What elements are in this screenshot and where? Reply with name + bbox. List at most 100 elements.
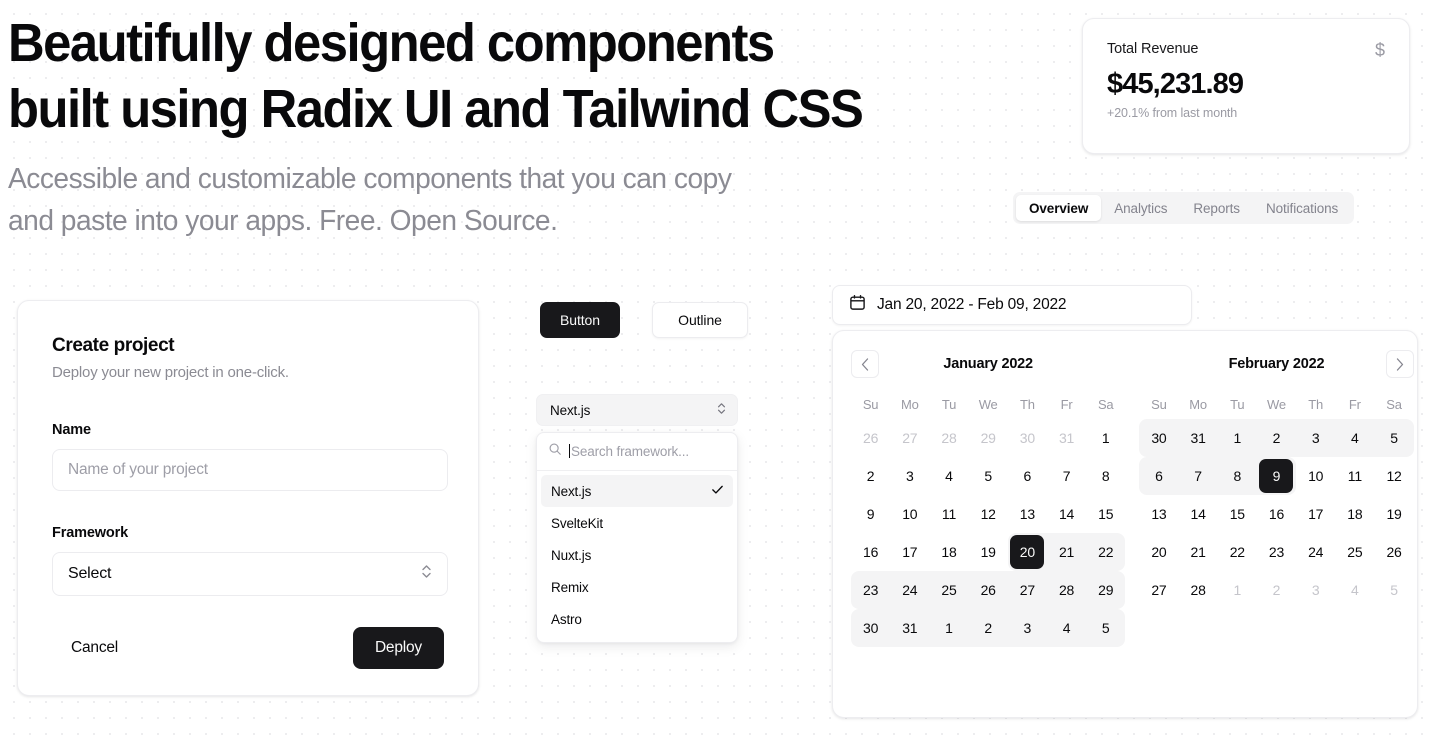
calendar-day[interactable]: 25	[929, 571, 969, 609]
previous-month-button[interactable]	[851, 350, 879, 378]
calendar-day[interactable]: 4	[929, 457, 968, 495]
calendar-day[interactable]: 25	[1335, 533, 1374, 571]
calendar-day[interactable]: 3	[1296, 419, 1336, 457]
calendar-day[interactable]: 3	[1296, 571, 1335, 609]
calendar-day[interactable]: 21	[1179, 533, 1218, 571]
calendar-day[interactable]: 30	[1139, 419, 1179, 457]
tab-overview[interactable]: Overview	[1016, 195, 1102, 221]
calendar-day-number: 7	[1062, 468, 1071, 484]
project-name-input[interactable]	[52, 449, 448, 491]
calendar-day[interactable]: 12	[1374, 457, 1413, 495]
calendar-day[interactable]: 9	[851, 495, 890, 533]
calendar-day[interactable]: 23	[851, 571, 891, 609]
calendar-day[interactable]: 31	[890, 609, 930, 647]
deploy-button[interactable]: Deploy	[352, 627, 444, 669]
calendar-day-number: 19	[1386, 506, 1402, 522]
calendar-day[interactable]: 11	[1335, 457, 1374, 495]
calendar-day[interactable]: 21	[1046, 533, 1087, 571]
calendar-day[interactable]: 6	[1139, 457, 1179, 495]
calendar-day[interactable]: 26	[1374, 533, 1413, 571]
calendar-day[interactable]: 14	[1179, 495, 1218, 533]
calendar-day[interactable]: 24	[1296, 533, 1335, 571]
combobox-search-input[interactable]: Search framework...	[569, 444, 689, 459]
calendar-day[interactable]: 11	[929, 495, 968, 533]
calendar-day[interactable]: 5	[1374, 419, 1414, 457]
calendar-day[interactable]: 13	[1139, 495, 1178, 533]
combobox-search-row[interactable]: Search framework...	[537, 433, 737, 471]
combobox-option-astro[interactable]: Astro	[541, 603, 733, 635]
calendar-day[interactable]: 9	[1256, 457, 1297, 495]
calendar-day[interactable]: 3	[890, 457, 929, 495]
calendar-day[interactable]: 16	[1257, 495, 1296, 533]
calendar-day[interactable]: 2	[1257, 571, 1296, 609]
calendar-day[interactable]: 10	[1296, 457, 1335, 495]
calendar-day[interactable]: 14	[1047, 495, 1086, 533]
calendar-day[interactable]: 22	[1086, 533, 1126, 571]
calendar-day[interactable]: 30	[851, 609, 891, 647]
calendar-day[interactable]: 26	[851, 419, 890, 457]
calendar-day[interactable]: 20	[1139, 533, 1178, 571]
calendar-day[interactable]: 22	[1218, 533, 1257, 571]
calendar-day[interactable]: 8	[1217, 457, 1257, 495]
calendar-day[interactable]: 24	[890, 571, 930, 609]
calendar-day[interactable]: 1	[929, 609, 969, 647]
combobox-option-nextjs[interactable]: Next.js	[541, 475, 733, 507]
calendar-day[interactable]: 16	[851, 533, 890, 571]
cancel-button[interactable]: Cancel	[52, 627, 137, 669]
calendar-day[interactable]: 2	[968, 609, 1008, 647]
combobox-option-nuxtjs[interactable]: Nuxt.js	[541, 539, 733, 571]
calendar-day[interactable]: 27	[890, 419, 929, 457]
tab-analytics[interactable]: Analytics	[1101, 195, 1180, 221]
calendar-day[interactable]: 7	[1047, 457, 1086, 495]
calendar-day[interactable]: 29	[969, 419, 1008, 457]
calendar-day[interactable]: 27	[1139, 571, 1178, 609]
calendar-day[interactable]: 13	[1008, 495, 1047, 533]
demo-outline-button[interactable]: Outline	[652, 302, 748, 338]
calendar-day[interactable]: 17	[890, 533, 929, 571]
calendar-day[interactable]: 31	[1178, 419, 1218, 457]
calendar-day[interactable]: 18	[929, 533, 968, 571]
tab-reports[interactable]: Reports	[1180, 195, 1253, 221]
calendar-day[interactable]: 12	[969, 495, 1008, 533]
calendar-day[interactable]: 3	[1007, 609, 1047, 647]
framework-combobox-trigger[interactable]: Next.js	[536, 394, 738, 426]
calendar-day[interactable]: 15	[1218, 495, 1257, 533]
calendar-day[interactable]: 6	[1008, 457, 1047, 495]
calendar-day[interactable]: 30	[1008, 419, 1047, 457]
calendar-day[interactable]: 27	[1007, 571, 1047, 609]
date-range-picker-trigger[interactable]: Jan 20, 2022 - Feb 09, 2022	[832, 285, 1192, 325]
calendar-day[interactable]: 26	[968, 571, 1008, 609]
calendar-day[interactable]: 10	[890, 495, 929, 533]
tab-notifications[interactable]: Notifications	[1253, 195, 1351, 221]
calendar-day[interactable]: 19	[969, 533, 1008, 571]
calendar-day[interactable]: 28	[1046, 571, 1087, 609]
calendar-day[interactable]: 4	[1335, 419, 1375, 457]
calendar-day[interactable]: 29	[1086, 571, 1126, 609]
calendar-day[interactable]: 5	[1374, 571, 1413, 609]
calendar-day[interactable]: 1	[1218, 571, 1257, 609]
calendar-day[interactable]: 4	[1046, 609, 1087, 647]
calendar-day[interactable]: 2	[851, 457, 890, 495]
calendar-day[interactable]: 4	[1335, 571, 1374, 609]
calendar-day[interactable]: 1	[1086, 419, 1125, 457]
combobox-option-remix[interactable]: Remix	[541, 571, 733, 603]
framework-select-trigger[interactable]: Select	[52, 552, 448, 596]
calendar-day[interactable]: 28	[929, 419, 968, 457]
demo-primary-button[interactable]: Button	[540, 302, 620, 338]
calendar-day[interactable]: 18	[1335, 495, 1374, 533]
calendar-day[interactable]: 19	[1374, 495, 1413, 533]
calendar-day[interactable]: 31	[1047, 419, 1086, 457]
calendar-day[interactable]: 5	[1086, 609, 1126, 647]
next-month-button[interactable]	[1385, 350, 1414, 378]
calendar-day[interactable]: 7	[1178, 457, 1218, 495]
combobox-option-sveltekit[interactable]: SvelteKit	[541, 507, 733, 539]
calendar-day[interactable]: 15	[1086, 495, 1125, 533]
calendar-day[interactable]: 28	[1179, 571, 1218, 609]
calendar-day[interactable]: 8	[1086, 457, 1125, 495]
calendar-day[interactable]: 23	[1257, 533, 1296, 571]
calendar-day[interactable]: 20	[1007, 533, 1047, 571]
calendar-day[interactable]: 2	[1256, 419, 1297, 457]
calendar-day[interactable]: 17	[1296, 495, 1335, 533]
calendar-day[interactable]: 1	[1217, 419, 1257, 457]
calendar-day[interactable]: 5	[969, 457, 1008, 495]
